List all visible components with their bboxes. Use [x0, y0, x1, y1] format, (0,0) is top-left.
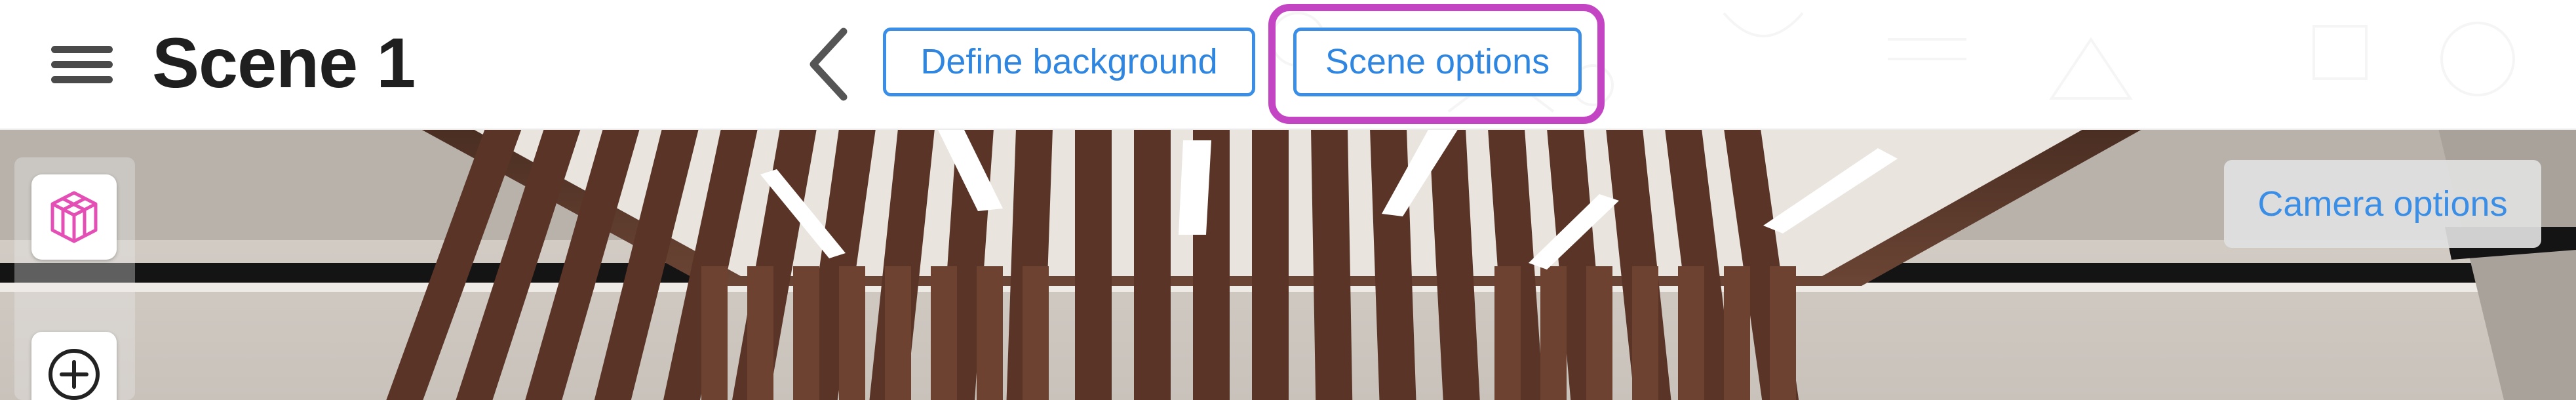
tool-rail — [14, 157, 135, 400]
add-circle-icon — [49, 349, 100, 400]
cube-tool-button[interactable] — [31, 174, 117, 260]
chevron-left-icon — [810, 28, 848, 101]
define-background-button[interactable]: Define background — [883, 28, 1255, 96]
add-object-button[interactable] — [31, 332, 117, 400]
menu-button[interactable] — [46, 38, 118, 90]
back-button[interactable] — [803, 25, 855, 104]
camera-options-button[interactable]: Camera options — [2224, 160, 2541, 248]
scene-options-button[interactable]: Scene options — [1293, 28, 1582, 96]
page-title: Scene 1 — [152, 23, 416, 102]
3d-viewport[interactable]: Camera options — [0, 129, 2576, 400]
menu-bar — [51, 46, 113, 53]
menu-bar — [51, 76, 113, 83]
cube-icon — [50, 191, 98, 243]
top-bar: Scene 1 Define background Scene options — [0, 0, 2576, 130]
menu-bar — [51, 61, 113, 68]
room-render — [0, 129, 2576, 400]
